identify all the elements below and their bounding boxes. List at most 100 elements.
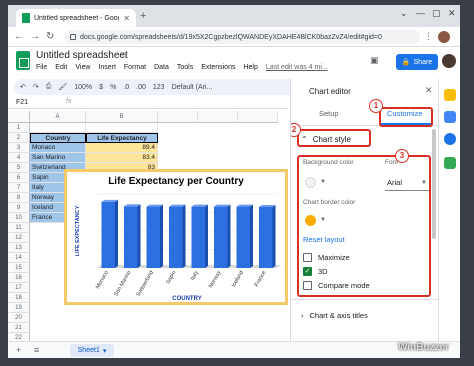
row-header[interactable]: 5	[8, 163, 30, 173]
menu-insert[interactable]: Insert	[98, 64, 116, 71]
select-all-corner[interactable]	[8, 111, 30, 123]
value-cell[interactable]: 89.4	[86, 143, 158, 153]
menu-view[interactable]: View	[75, 64, 90, 71]
avatar[interactable]	[442, 54, 456, 68]
row-header[interactable]: 13	[8, 243, 30, 253]
row-header[interactable]: 7	[8, 183, 30, 193]
column-header[interactable]	[238, 111, 278, 123]
url-field[interactable]: docs.google.com/spreadsheets/d/19x5X2Cgp…	[64, 30, 420, 44]
row-header[interactable]: 20	[8, 313, 30, 323]
tab-setup[interactable]: Setup	[319, 109, 339, 118]
row-header[interactable]: 17	[8, 283, 30, 293]
y-axis-label: LIFE EXPECTANCY	[75, 205, 81, 256]
callout-badge-3: 3	[395, 149, 409, 163]
row-header[interactable]: 1	[8, 123, 30, 133]
chevron-down-icon: ▾	[102, 347, 107, 355]
row-header[interactable]: 21	[8, 323, 30, 333]
chart-axis-titles-section-header[interactable]: › Chart & axis titles	[301, 311, 368, 320]
currency-button[interactable]: $	[99, 84, 103, 91]
profile-avatar[interactable]	[438, 31, 450, 43]
back-icon[interactable]: ←	[14, 31, 24, 42]
maps-icon[interactable]	[444, 157, 456, 169]
tab-sheet1[interactable]: Sheet1 ▾	[70, 344, 114, 357]
bar-side	[137, 204, 141, 268]
header-cell-life-expectancy[interactable]: Life Expectancy	[86, 133, 158, 143]
percent-button[interactable]: %	[110, 84, 116, 91]
column-header-b[interactable]: B	[86, 111, 158, 123]
last-edit-link[interactable]: Last edit was 4 mi...	[266, 64, 328, 71]
row-header[interactable]: 18	[8, 293, 30, 303]
reload-icon[interactable]: ↻	[46, 31, 54, 42]
increase-decimal-button[interactable]: .00	[136, 84, 146, 91]
paint-format-icon[interactable]: 🖌	[58, 83, 67, 91]
row-header[interactable]: 8	[8, 193, 30, 203]
menu-extensions[interactable]: Extensions	[201, 64, 235, 71]
zoom-select[interactable]: 100%	[74, 84, 92, 91]
column-header[interactable]	[158, 111, 198, 123]
menu-help[interactable]: Help	[243, 64, 257, 71]
country-cell[interactable]: San Marino	[30, 153, 86, 163]
all-sheets-icon[interactable]: ≡	[34, 345, 39, 355]
country-cell[interactable]: Monaco	[30, 143, 86, 153]
row-header[interactable]: 11	[8, 223, 30, 233]
menu-data[interactable]: Data	[154, 64, 169, 71]
window-close-icon[interactable]: ✕	[448, 8, 456, 19]
row-header[interactable]: 12	[8, 233, 30, 243]
close-tab-icon[interactable]: ✕	[123, 14, 130, 23]
row-header[interactable]: 9	[8, 203, 30, 213]
new-tab-icon[interactable]: +	[140, 10, 146, 22]
row-header[interactable]: 6	[8, 173, 30, 183]
chart-editor-panel: Chart editor ✕ Setup Customize ⌃ Chart s…	[290, 79, 438, 341]
header-cell-country[interactable]: Country	[30, 133, 86, 143]
keep-icon[interactable]	[444, 89, 456, 101]
x-tick-label: Sapin	[165, 270, 177, 285]
name-box[interactable]: F21	[16, 99, 28, 106]
forward-icon[interactable]: →	[30, 31, 40, 42]
browser-tab[interactable]: Untitled spreadsheet - Google S ✕	[16, 9, 136, 27]
embedded-chart[interactable]: Life Expectancy per Country Monaco San Ma…	[64, 169, 288, 305]
column-header[interactable]	[198, 111, 238, 123]
redo-icon[interactable]: ↷	[33, 83, 39, 91]
browser-tab-title: Untitled spreadsheet - Google S	[34, 14, 119, 22]
row-header[interactable]: 2	[8, 133, 30, 143]
row-header[interactable]: 3	[8, 143, 30, 153]
undo-icon[interactable]: ↶	[20, 83, 26, 91]
column-header-a[interactable]: A	[30, 111, 86, 123]
row-header[interactable]: 14	[8, 253, 30, 263]
row-header[interactable]: 19	[8, 303, 30, 313]
close-icon[interactable]: ✕	[425, 85, 433, 96]
font-select[interactable]: Default (Ari...	[172, 84, 213, 91]
row-header[interactable]: 10	[8, 213, 30, 223]
extensions-icon[interactable]: ⋮	[424, 31, 433, 42]
document-title[interactable]: Untitled spreadsheet	[36, 50, 128, 61]
decrease-decimal-button[interactable]: .0	[123, 84, 129, 91]
value-cell[interactable]: 83.4	[86, 153, 158, 163]
calendar-icon[interactable]	[444, 111, 456, 123]
minimize-icon[interactable]: —	[416, 8, 425, 18]
more-formats-button[interactable]: 123	[153, 84, 165, 91]
menu-file[interactable]: File	[36, 64, 47, 71]
menu-tools[interactable]: Tools	[177, 64, 193, 71]
chart-axis-titles-label: Chart & axis titles	[309, 311, 368, 320]
row-header[interactable]: 4	[8, 153, 30, 163]
menu-format[interactable]: Format	[124, 64, 146, 71]
chevron-down-icon[interactable]: ⌄	[400, 8, 408, 19]
cell[interactable]	[86, 123, 158, 133]
tab-strip: Untitled spreadsheet - Google S ✕ + ⌄ — …	[8, 5, 460, 27]
share-button[interactable]: 🔒 Share	[396, 54, 438, 70]
print-icon[interactable]: ⎙	[46, 83, 52, 91]
add-sheet-icon[interactable]: +	[16, 345, 21, 355]
row-header[interactable]: 16	[8, 273, 30, 283]
row-header[interactable]: 15	[8, 263, 30, 273]
menu-edit[interactable]: Edit	[55, 64, 67, 71]
star-icon[interactable]: ☆	[120, 50, 128, 61]
cell[interactable]	[30, 123, 86, 133]
table-row	[30, 123, 158, 133]
row-header[interactable]: 22	[8, 333, 30, 341]
x-tick-label: Iceland	[231, 270, 245, 288]
sheets-logo-icon[interactable]	[16, 51, 30, 70]
maximize-icon[interactable]: ▢	[432, 8, 441, 19]
tasks-icon[interactable]	[444, 133, 456, 145]
present-icon[interactable]: ▣	[370, 55, 379, 66]
scrollbar[interactable]	[432, 129, 436, 239]
